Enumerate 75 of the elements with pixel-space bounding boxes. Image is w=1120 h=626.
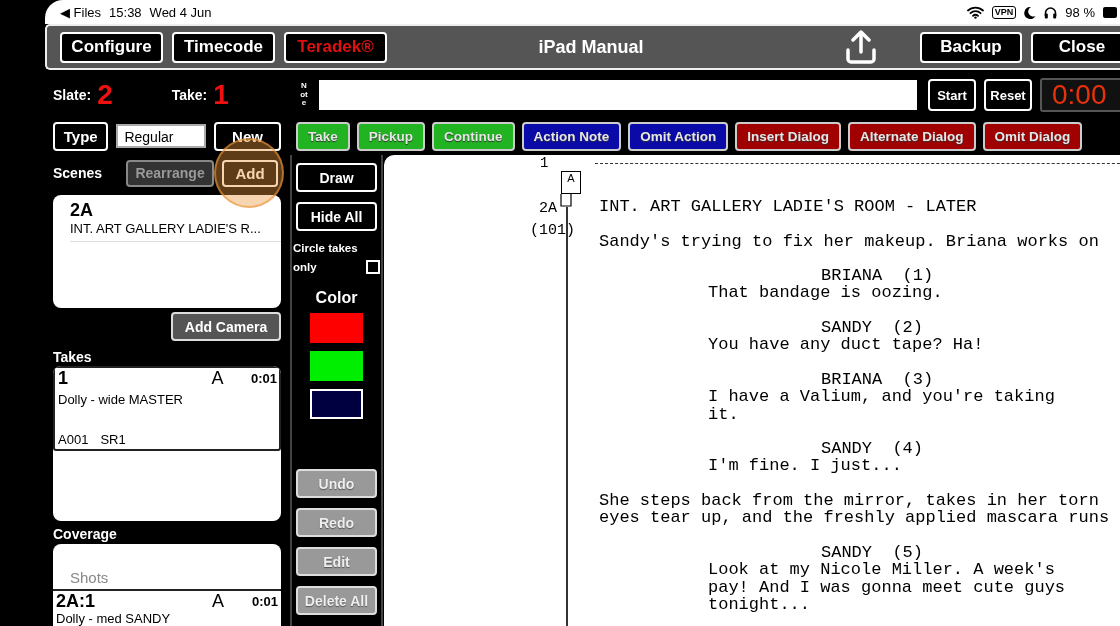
toolbar-button[interactable]: Teradek® <box>284 31 387 63</box>
shot-description: Dolly - med SANDY <box>56 612 172 626</box>
color-swatch[interactable] <box>310 389 363 419</box>
shots-header: Shots <box>69 568 110 588</box>
slate-label: Slate: <box>53 87 92 103</box>
share-icon[interactable] <box>845 30 877 64</box>
coverage-label: Coverage <box>53 526 118 542</box>
take-label: Take: <box>171 87 208 103</box>
wifi-icon <box>966 5 984 19</box>
battery-icon <box>1103 5 1117 19</box>
takes-label: Takes <box>53 349 93 365</box>
circle-takes-checkbox[interactable] <box>366 260 380 274</box>
shot-number[interactable]: 2A:1 <box>56 591 212 612</box>
mark-button[interactable]: Alternate Dialog <box>848 121 976 151</box>
character-name: SANDY (5) <box>820 543 925 562</box>
circle-takes-label: Circle takes only <box>293 241 359 275</box>
shot-duration: 0:01 <box>252 594 279 609</box>
headphones-icon <box>1044 5 1058 19</box>
page-number: 1 <box>540 155 549 171</box>
note-field[interactable] <box>319 80 917 110</box>
dialogue-text: I have a Valium, and you're taking it. <box>707 388 1056 423</box>
sound-roll: SR1 <box>100 432 126 447</box>
timer-button[interactable]: Start <box>928 79 976 111</box>
note-label: Note <box>300 82 308 108</box>
scene-number[interactable]: 2A <box>70 200 281 221</box>
camera-letter: A <box>211 368 225 389</box>
draw-button[interactable]: Draw <box>296 163 377 192</box>
toolbar-button[interactable]: Configure <box>60 31 163 63</box>
character-name: SANDY (2) <box>820 319 925 337</box>
action-text: She steps back from the mirror, takes in her torn eyes tear up, and the freshly applied mascara runs <box>599 492 1111 527</box>
dialogue-text: I'm fine. I just... <box>707 457 903 475</box>
timer-display: 0:00 <box>1040 78 1120 112</box>
color-swatch[interactable] <box>310 351 363 381</box>
mark-button[interactable]: Action Note <box>521 121 622 151</box>
mark-button[interactable]: Insert Dialog <box>735 121 842 151</box>
window-title: iPad Manual <box>537 36 645 58</box>
status-time: 15:38 <box>109 4 142 20</box>
toolbar-button[interactable]: Close <box>1031 31 1120 63</box>
toolbar-button[interactable]: Backup <box>920 31 1022 63</box>
scene-heading: INT. ART GALLERY LADIE'S ROOM - LATER <box>599 198 978 216</box>
timer-button[interactable]: Reset <box>984 79 1032 111</box>
character-name: BRIANA (3) <box>820 370 935 389</box>
character-name: BRIANA (1) <box>821 267 934 285</box>
type-button[interactable]: Type <box>53 121 109 151</box>
scenes-label: Scenes <box>53 165 103 181</box>
add-button[interactable]: Add <box>222 159 279 187</box>
take-number: 1 <box>213 79 229 111</box>
dialogue-text: Look at my Nicole Miller. A week's pay! And I was gonna meet cute guys tonight... <box>707 561 1067 614</box>
take-description: Dolly - wide MASTER <box>58 391 184 409</box>
scene-heading[interactable]: INT. ART GALLERY LADIE'S R... <box>70 221 281 242</box>
hide-all-button[interactable]: Hide All <box>296 202 377 231</box>
slate-number: 2 <box>97 79 113 111</box>
scene-number: 2A <box>539 200 557 217</box>
take-number[interactable]: 1 <box>58 368 212 389</box>
dialogue-text: That bandage is oozing. <box>707 284 944 302</box>
mark-button[interactable]: Omit Dialog <box>982 121 1083 151</box>
battery-percent: 98 % <box>1065 4 1095 20</box>
take-duration: 0:01 <box>250 371 277 386</box>
clip-name: A001 <box>58 432 89 447</box>
character-name: SANDY (4) <box>820 440 925 458</box>
type-field[interactable]: Regular <box>116 124 206 148</box>
dialogue-text: You have any duct tape? Ha! <box>707 336 985 354</box>
color-label: Color <box>315 289 358 307</box>
add-camera-button[interactable]: Add Camera <box>171 312 281 341</box>
camera-letter: A <box>212 591 225 612</box>
back-link[interactable]: ◀ Files <box>60 4 102 20</box>
action-text: Sandy's trying to fix her makeup. Briana works on <box>599 232 1100 250</box>
color-swatch[interactable] <box>310 313 363 343</box>
vpn-badge: VPN <box>991 5 1017 19</box>
moon-icon <box>1024 5 1037 19</box>
mark-button[interactable]: Omit Action <box>628 121 729 151</box>
tag-connector <box>560 194 572 208</box>
camera-tag[interactable]: A <box>561 171 581 194</box>
toolbar-button[interactable]: Timecode <box>172 31 275 63</box>
status-date: Wed 4 Jun <box>149 4 212 20</box>
